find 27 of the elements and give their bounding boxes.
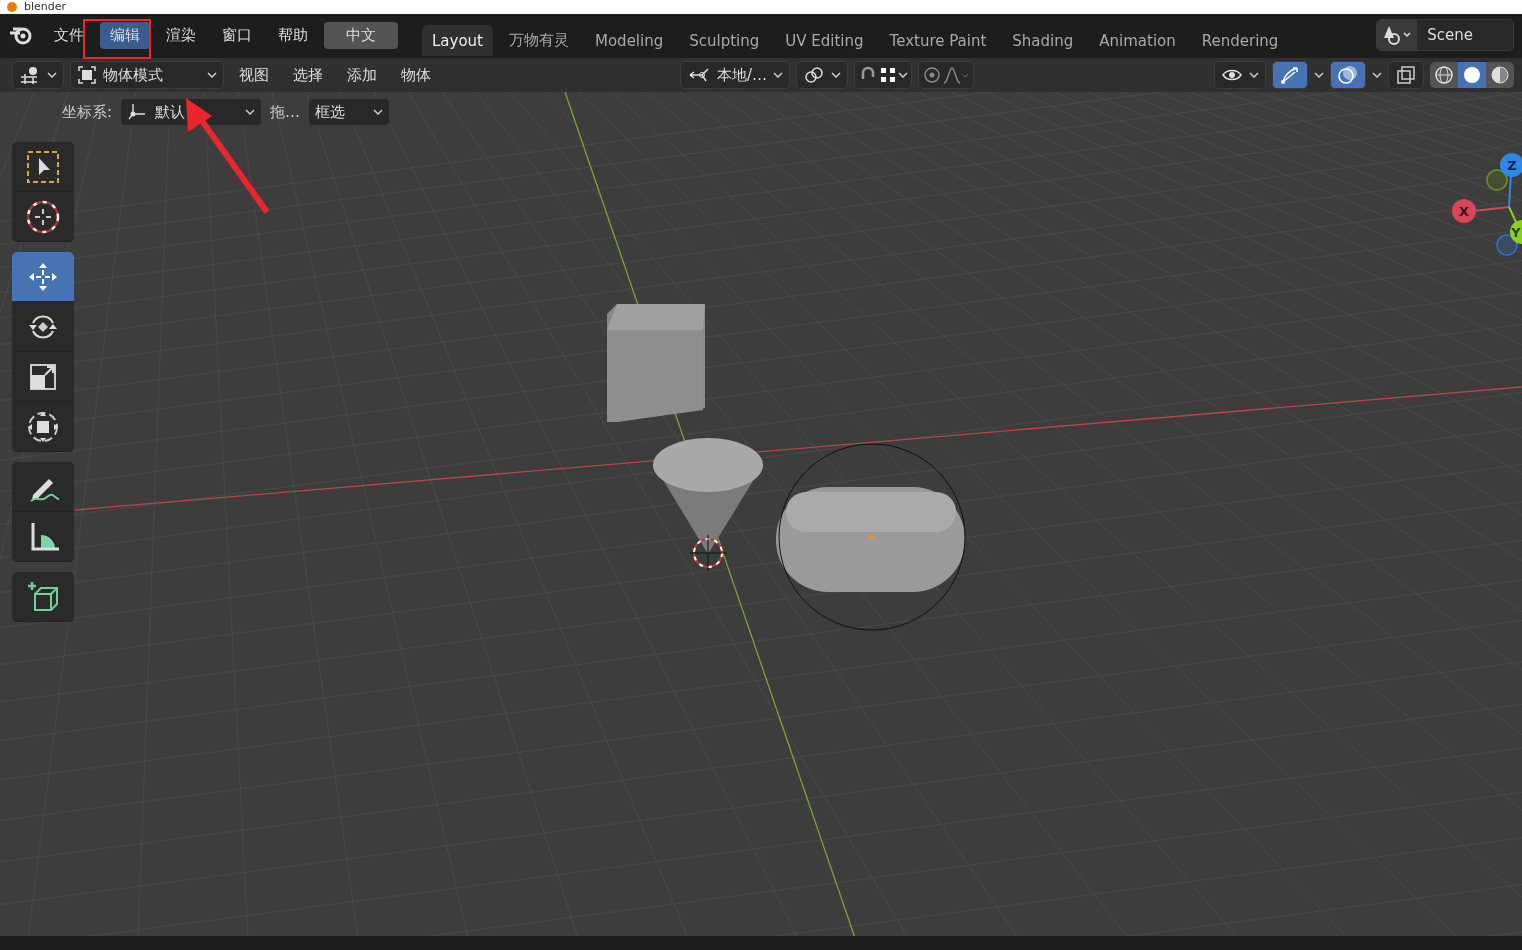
- header-menu[interactable]: 添加: [338, 65, 386, 85]
- scene-selector[interactable]: Scene: [1376, 19, 1514, 51]
- header-menu[interactable]: 物体: [392, 65, 440, 85]
- workspace-tab[interactable]: Modeling: [585, 25, 674, 56]
- navigation-gizmo: X Z Y: [1452, 153, 1522, 256]
- header-menu[interactable]: 视图: [230, 65, 278, 85]
- mode-dropdown[interactable]: 物体模式: [70, 61, 224, 89]
- menu-item[interactable]: 编辑: [100, 21, 150, 49]
- workspace-tab[interactable]: Layout: [422, 25, 493, 56]
- pivot-dropdown[interactable]: 本地/…: [679, 61, 791, 89]
- workspace-tab[interactable]: UV Editing: [775, 25, 874, 56]
- window-title: blender: [24, 0, 67, 14]
- menu-item[interactable]: 文件: [44, 21, 94, 49]
- workspace-tab[interactable]: Shading: [1002, 25, 1084, 56]
- menu-item[interactable]: 帮助: [268, 21, 318, 49]
- workspace-tab[interactable]: Sculpting: [679, 25, 770, 56]
- menu-item[interactable]: 窗口: [212, 21, 262, 49]
- workspace-tab[interactable]: Animation: [1089, 25, 1186, 56]
- header-menu[interactable]: 选择: [284, 65, 332, 85]
- workspace-tab[interactable]: Texture Paint: [879, 25, 997, 56]
- orientation-label: 坐标系:: [62, 102, 113, 122]
- workspace-tab[interactable]: 万物有灵: [499, 24, 579, 56]
- workspace-tab[interactable]: Rendering: [1191, 25, 1289, 56]
- language-button[interactable]: 中文: [324, 21, 398, 49]
- drag-label: 拖…: [270, 102, 301, 122]
- select-mode-dropdown[interactable]: 框选: [308, 98, 391, 126]
- menu-item[interactable]: 渲染: [156, 21, 206, 49]
